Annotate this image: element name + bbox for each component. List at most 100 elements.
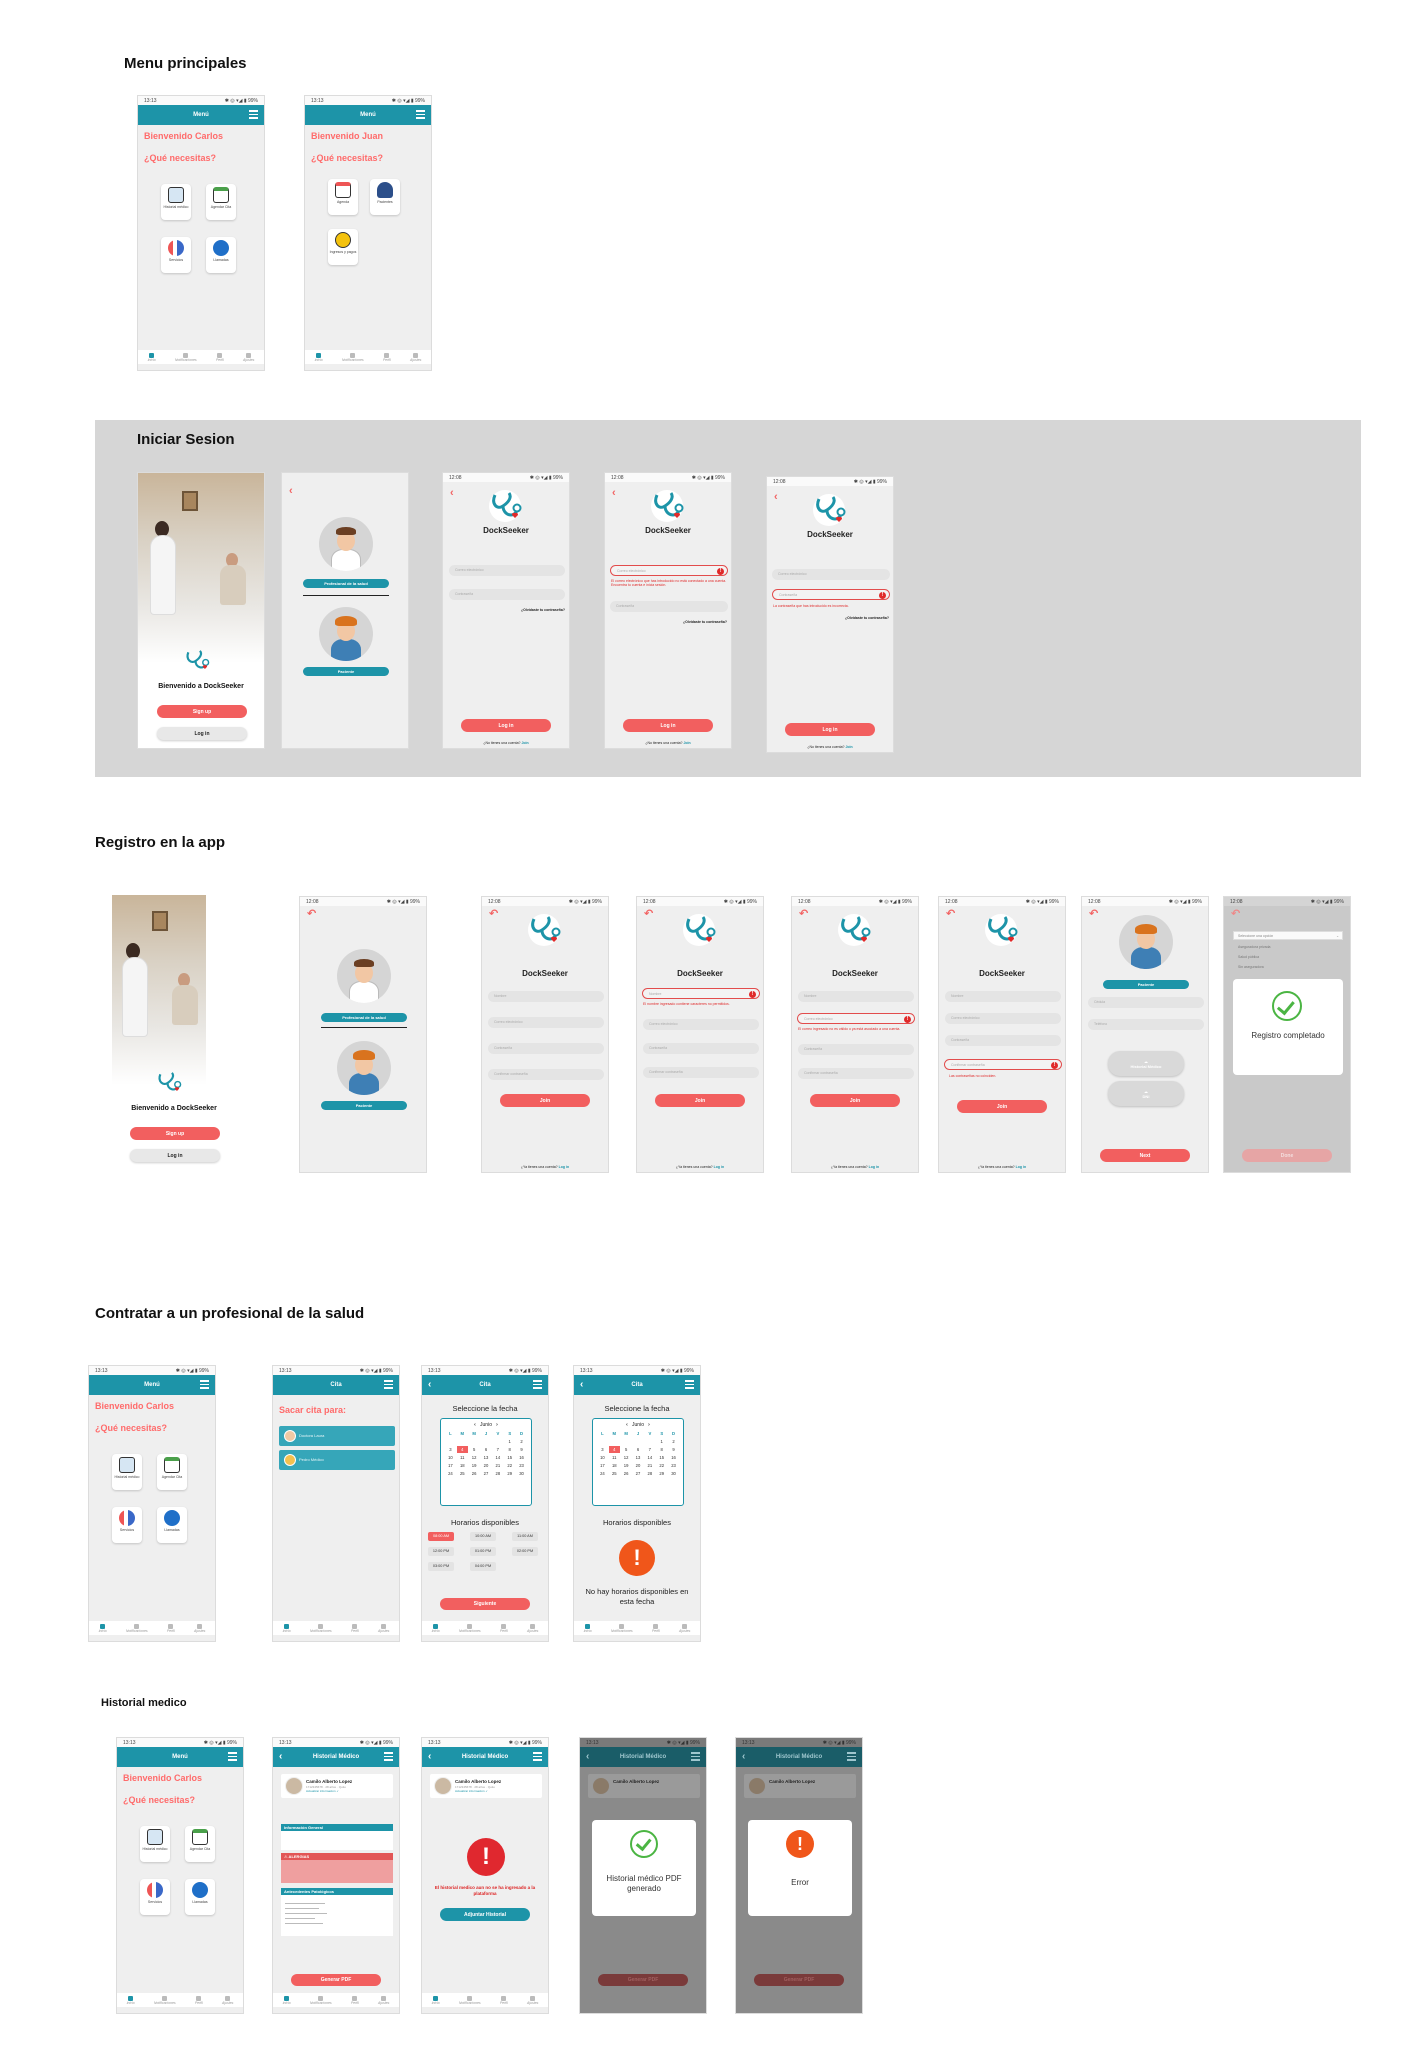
nav-home[interactable]: Inicio (283, 1623, 291, 1633)
calendar-day[interactable]: 26 (621, 1470, 632, 1477)
back-arrow-icon[interactable]: ↶ (1089, 908, 1098, 920)
nav-home[interactable]: Inicio (99, 1623, 107, 1633)
email-field-error[interactable]: Correo electrónico! (610, 565, 728, 576)
calendar-day[interactable]: 10 (597, 1454, 608, 1461)
login-button[interactable]: Log in (157, 727, 247, 740)
nav-settings[interactable]: Ajustes (194, 1623, 205, 1633)
time-slot[interactable]: 03:00 PM (428, 1562, 454, 1571)
tile-schedule[interactable]: Agendar Cita (157, 1454, 187, 1490)
calendar-day[interactable]: 4 (456, 1446, 468, 1453)
calendar-day[interactable]: 3 (445, 1446, 456, 1453)
tile-services[interactable]: Servicios (140, 1879, 170, 1915)
calendar-grid[interactable]: L M M J V S D 1 2 3 4 5 6 7 8 9 10 11 12 13 14 15 16 17 18 19 20 21… (597, 1430, 679, 1485)
dropdown-option[interactable]: Aseguradora privada (1238, 945, 1271, 949)
time-slot[interactable]: 08:00 AM (428, 1532, 454, 1541)
calendar-day[interactable]: 30 (516, 1470, 527, 1477)
confirm-password-field[interactable]: Confirmar contraseña (798, 1068, 914, 1079)
name-field[interactable]: Nombre (798, 991, 914, 1002)
nav-home[interactable]: Inicio (584, 1623, 592, 1633)
prev-month-icon[interactable]: ‹ (626, 1422, 628, 1428)
next-month-icon[interactable]: › (648, 1422, 650, 1428)
menu-icon[interactable] (249, 110, 258, 119)
menu-icon[interactable] (533, 1380, 542, 1389)
nav-profile[interactable]: Perfil (500, 1995, 508, 2005)
forgot-password-link[interactable]: ¿Olvidaste tu contraseña? (845, 616, 889, 620)
tile-schedule[interactable]: Agendar Cita (206, 184, 236, 220)
join-link[interactable]: Join (521, 741, 528, 745)
menu-icon[interactable] (691, 1752, 700, 1761)
calendar-day[interactable]: 12 (469, 1454, 480, 1461)
calendar-day[interactable]: 30 (668, 1470, 679, 1477)
tile-calls[interactable]: Llamadas (157, 1507, 187, 1543)
calendar-day[interactable]: 27 (481, 1470, 492, 1477)
confirm-password-field[interactable]: Confirmar contraseña (488, 1069, 604, 1080)
menu-icon[interactable] (384, 1752, 393, 1761)
calendar-day[interactable]: 4 (608, 1446, 620, 1453)
calendar-day[interactable]: 6 (481, 1446, 492, 1453)
menu-icon[interactable] (533, 1752, 542, 1761)
back-arrow-icon[interactable]: ‹ (279, 1751, 282, 1763)
calendar-day[interactable]: 1 (504, 1438, 515, 1445)
calendar-day[interactable]: 22 (504, 1462, 515, 1469)
join-link[interactable]: Join (683, 741, 690, 745)
nav-notifications[interactable]: Notificaciones (611, 1623, 633, 1633)
nav-settings[interactable]: Ajustes (527, 1995, 538, 2005)
calendar-day[interactable]: 29 (656, 1470, 667, 1477)
role-patient-button[interactable]: Paciente (303, 667, 389, 676)
calendar-day[interactable]: 19 (469, 1462, 480, 1469)
calendar-day[interactable]: 29 (504, 1470, 515, 1477)
calendar-day[interactable]: 3 (597, 1446, 608, 1453)
password-field-error[interactable]: Contraseña! (772, 589, 890, 600)
menu-icon[interactable] (416, 110, 425, 119)
join-button[interactable]: Join (655, 1094, 745, 1107)
join-button[interactable]: Join (810, 1094, 900, 1107)
nav-notifications[interactable]: Notificaciones (342, 352, 364, 362)
calendar-day[interactable]: 2 (516, 1438, 527, 1445)
nav-home[interactable]: Inicio (127, 1995, 135, 2005)
upload-history-button[interactable]: ☁ Historial Médico (1108, 1051, 1184, 1076)
email-field-error[interactable]: Correo electrónico! (797, 1013, 915, 1024)
calendar-day[interactable]: 27 (633, 1470, 644, 1477)
back-arrow-icon[interactable]: ‹ (289, 485, 293, 497)
email-field[interactable]: Correo electrónico (772, 569, 890, 580)
nav-settings[interactable]: Ajustes (410, 352, 421, 362)
generate-pdf-button[interactable]: Generar PDF (291, 1974, 381, 1986)
phone-field[interactable]: Teléfono (1088, 1019, 1204, 1030)
calendar-day[interactable]: 25 (609, 1470, 620, 1477)
calendar-day[interactable]: 7 (644, 1446, 655, 1453)
password-field[interactable]: Contraseña (488, 1043, 604, 1054)
nav-profile[interactable]: Perfil (195, 1995, 203, 2005)
nav-notifications[interactable]: Notificaciones (154, 1995, 176, 2005)
name-field[interactable]: Nombre (488, 991, 604, 1002)
nav-home[interactable]: Inicio (148, 352, 156, 362)
login-link[interactable]: Log in (714, 1165, 725, 1169)
confirm-password-field-error[interactable]: Confirmar contraseña! (944, 1059, 1062, 1070)
calendar-day[interactable]: 22 (656, 1462, 667, 1469)
calendar-day[interactable]: 13 (633, 1454, 644, 1461)
back-arrow-icon[interactable]: ↶ (946, 908, 955, 920)
role-professional-button[interactable]: Profesional de la salud (321, 1013, 407, 1022)
back-arrow-icon[interactable]: ‹ (774, 491, 778, 503)
back-arrow-icon[interactable]: ‹ (450, 487, 454, 499)
time-slot[interactable]: 10:00 AM (470, 1532, 496, 1541)
prev-month-icon[interactable]: ‹ (474, 1422, 476, 1428)
calendar-day[interactable]: 15 (504, 1454, 515, 1461)
calendar-day[interactable]: 17 (597, 1462, 608, 1469)
menu-icon[interactable] (384, 1380, 393, 1389)
nav-settings[interactable]: Ajustes (679, 1623, 690, 1633)
login-button[interactable]: Log in (130, 1149, 220, 1162)
calendar-day[interactable]: 6 (633, 1446, 644, 1453)
back-arrow-icon[interactable]: ↶ (307, 908, 316, 920)
calendar-day[interactable]: 25 (457, 1470, 468, 1477)
back-arrow-icon[interactable]: ↶ (1231, 908, 1240, 920)
calendar-day[interactable]: 20 (481, 1462, 492, 1469)
back-arrow-icon[interactable]: ‹ (742, 1751, 745, 1763)
nav-notifications[interactable]: Notificaciones (126, 1623, 148, 1633)
back-arrow-icon[interactable]: ↶ (489, 908, 498, 920)
attach-history-button[interactable]: Adjuntar Historial (440, 1908, 530, 1921)
calendar-day[interactable]: 28 (492, 1470, 503, 1477)
join-button[interactable]: Join (957, 1100, 1047, 1113)
nav-settings[interactable]: Ajustes (378, 1623, 389, 1633)
join-button[interactable]: Join (500, 1094, 590, 1107)
id-field[interactable]: Cédula (1088, 997, 1204, 1008)
